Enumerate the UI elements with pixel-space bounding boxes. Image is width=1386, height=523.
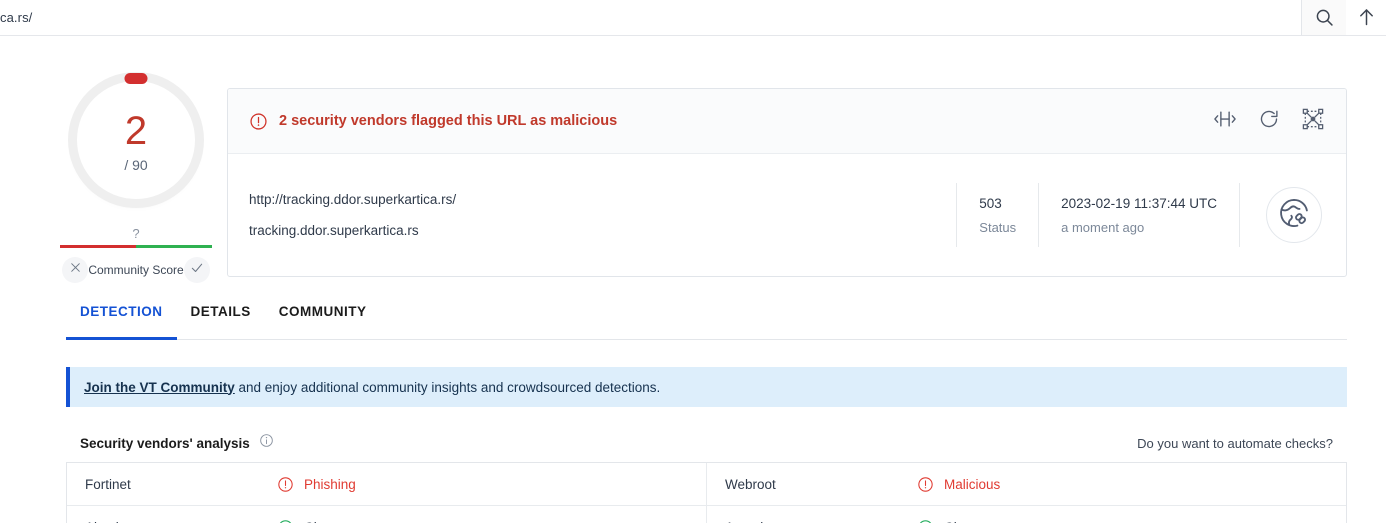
community-upvote-button[interactable] bbox=[184, 257, 210, 283]
url-report-card: 2 security vendors flagged this URL as m… bbox=[227, 88, 1347, 277]
compare-icon bbox=[1214, 108, 1236, 135]
check-icon bbox=[190, 261, 204, 280]
gauge-inner: 2 / 90 bbox=[77, 81, 195, 199]
detection-banner-text: 2 security vendors flagged this URL as m… bbox=[279, 113, 618, 129]
url-details: http://tracking.ddor.superkartica.rs/ tr… bbox=[228, 154, 1346, 276]
url-metadata: 503 Status 2023-02-19 11:37:44 UTC a mom… bbox=[956, 183, 1239, 247]
search-icon bbox=[1314, 7, 1335, 28]
status-label: Status bbox=[979, 219, 1017, 235]
upload-icon bbox=[1356, 7, 1377, 28]
report-tabs: DETECTION DETAILS COMMUNITY bbox=[66, 304, 1347, 340]
vendor-cell-fortinet: Fortinet Phishing bbox=[67, 463, 706, 505]
url-value: http://tracking.ddor.superkartica.rs/ bbox=[249, 192, 457, 207]
table-row: Abusix Clean Acronis bbox=[67, 506, 1346, 523]
card-tool-buttons bbox=[1210, 89, 1328, 153]
security-vendors-section: Security vendors' analysis Do you want t… bbox=[66, 424, 1347, 523]
address-bar-url[interactable]: ca.rs/ bbox=[0, 10, 32, 25]
browser-actions bbox=[1301, 0, 1386, 35]
check-circle-icon bbox=[917, 519, 934, 523]
community-score-negative bbox=[60, 245, 136, 248]
globe-link-icon bbox=[1277, 196, 1311, 235]
vt-community-banner: Join the VT Community and enjoy addition… bbox=[66, 367, 1347, 407]
detection-banner: 2 security vendors flagged this URL as m… bbox=[228, 89, 1346, 154]
vendor-verdict: Malicious bbox=[917, 476, 1000, 493]
score-widget: 2 / 90 ? Community Score bbox=[60, 73, 212, 283]
vt-community-rest: and enjoy additional community insights … bbox=[234, 379, 661, 395]
vendors-title: Security vendors' analysis bbox=[80, 435, 250, 451]
community-score-positive bbox=[136, 245, 212, 248]
automate-checks-link[interactable]: Do you want to automate checks? bbox=[1137, 436, 1333, 451]
check-circle-icon bbox=[277, 519, 294, 523]
vendors-title-group: Security vendors' analysis bbox=[80, 433, 274, 453]
vendor-cell-webroot: Webroot Malicious bbox=[706, 463, 1346, 505]
vt-community-text: Join the VT Community and enjoy addition… bbox=[84, 380, 660, 395]
vendor-verdict: Clean bbox=[277, 519, 339, 523]
vendors-header: Security vendors' analysis Do you want t… bbox=[66, 424, 1347, 463]
vendor-name: Webroot bbox=[725, 476, 776, 492]
url-type-badge bbox=[1266, 187, 1322, 243]
scan-date: 2023-02-19 11:37:44 UTC bbox=[1061, 195, 1217, 211]
tab-community[interactable]: COMMUNITY bbox=[265, 304, 381, 339]
join-vt-community-link[interactable]: Join the VT Community bbox=[84, 380, 235, 395]
community-score-label: Community Score bbox=[88, 263, 184, 277]
community-downvote-button[interactable] bbox=[62, 257, 88, 283]
community-score-bar bbox=[60, 245, 212, 248]
alert-circle-icon bbox=[277, 476, 294, 493]
graph-button[interactable] bbox=[1298, 106, 1328, 136]
browser-top-bar: ca.rs/ bbox=[0, 0, 1386, 36]
community-score-row: Community Score bbox=[60, 257, 212, 283]
search-button[interactable] bbox=[1302, 0, 1346, 35]
alert-circle-icon bbox=[917, 476, 934, 493]
detection-total: / 90 bbox=[124, 157, 148, 173]
community-score-marker: ? bbox=[132, 226, 140, 241]
scan-relative-time: a moment ago bbox=[1061, 219, 1145, 235]
url-host: tracking.ddor.superkartica.rs bbox=[249, 222, 419, 238]
info-icon[interactable] bbox=[259, 433, 274, 453]
vendor-cell-acronis: Acronis Clean bbox=[706, 506, 1346, 523]
compare-button[interactable] bbox=[1210, 106, 1240, 136]
vendor-verdict-text: Malicious bbox=[944, 476, 1001, 492]
vendor-verdict-text: Clean bbox=[944, 520, 979, 523]
url-block: http://tracking.ddor.superkartica.rs/ tr… bbox=[228, 193, 956, 237]
vendor-name: Fortinet bbox=[85, 476, 131, 492]
vendor-name: Abusix bbox=[67, 520, 277, 523]
scan-date-cell: 2023-02-19 11:37:44 UTC a moment ago bbox=[1038, 183, 1239, 247]
tab-details[interactable]: DETAILS bbox=[177, 304, 265, 339]
upload-button[interactable] bbox=[1346, 0, 1386, 35]
reanalyze-icon bbox=[1258, 108, 1280, 135]
x-icon bbox=[69, 261, 82, 279]
gauge-ring: 2 / 90 bbox=[77, 73, 195, 199]
tab-detection[interactable]: DETECTION bbox=[66, 304, 177, 340]
status-value: 503 bbox=[979, 195, 1002, 211]
vendor-results-table: Fortinet Phishing Webroot Malicious bbox=[66, 463, 1347, 523]
vendor-verdict: Clean bbox=[917, 519, 979, 523]
reanalyze-button[interactable] bbox=[1254, 106, 1284, 136]
table-row: Fortinet Phishing Webroot Malicious bbox=[67, 463, 1346, 506]
vendor-verdict-text: Clean bbox=[304, 520, 339, 523]
vendor-verdict: Phishing bbox=[277, 476, 356, 493]
status-cell: 503 Status bbox=[956, 183, 1038, 247]
detection-score: 2 bbox=[124, 109, 148, 153]
vendor-verdict-text: Phishing bbox=[304, 476, 356, 492]
graph-icon bbox=[1302, 108, 1324, 135]
url-type-cell bbox=[1239, 183, 1346, 247]
vendor-cell-abusix: Abusix Clean bbox=[67, 506, 706, 523]
vendor-name: Acronis bbox=[707, 520, 917, 523]
detection-gauge: 2 / 90 bbox=[60, 73, 212, 206]
alert-circle-icon bbox=[249, 112, 268, 131]
